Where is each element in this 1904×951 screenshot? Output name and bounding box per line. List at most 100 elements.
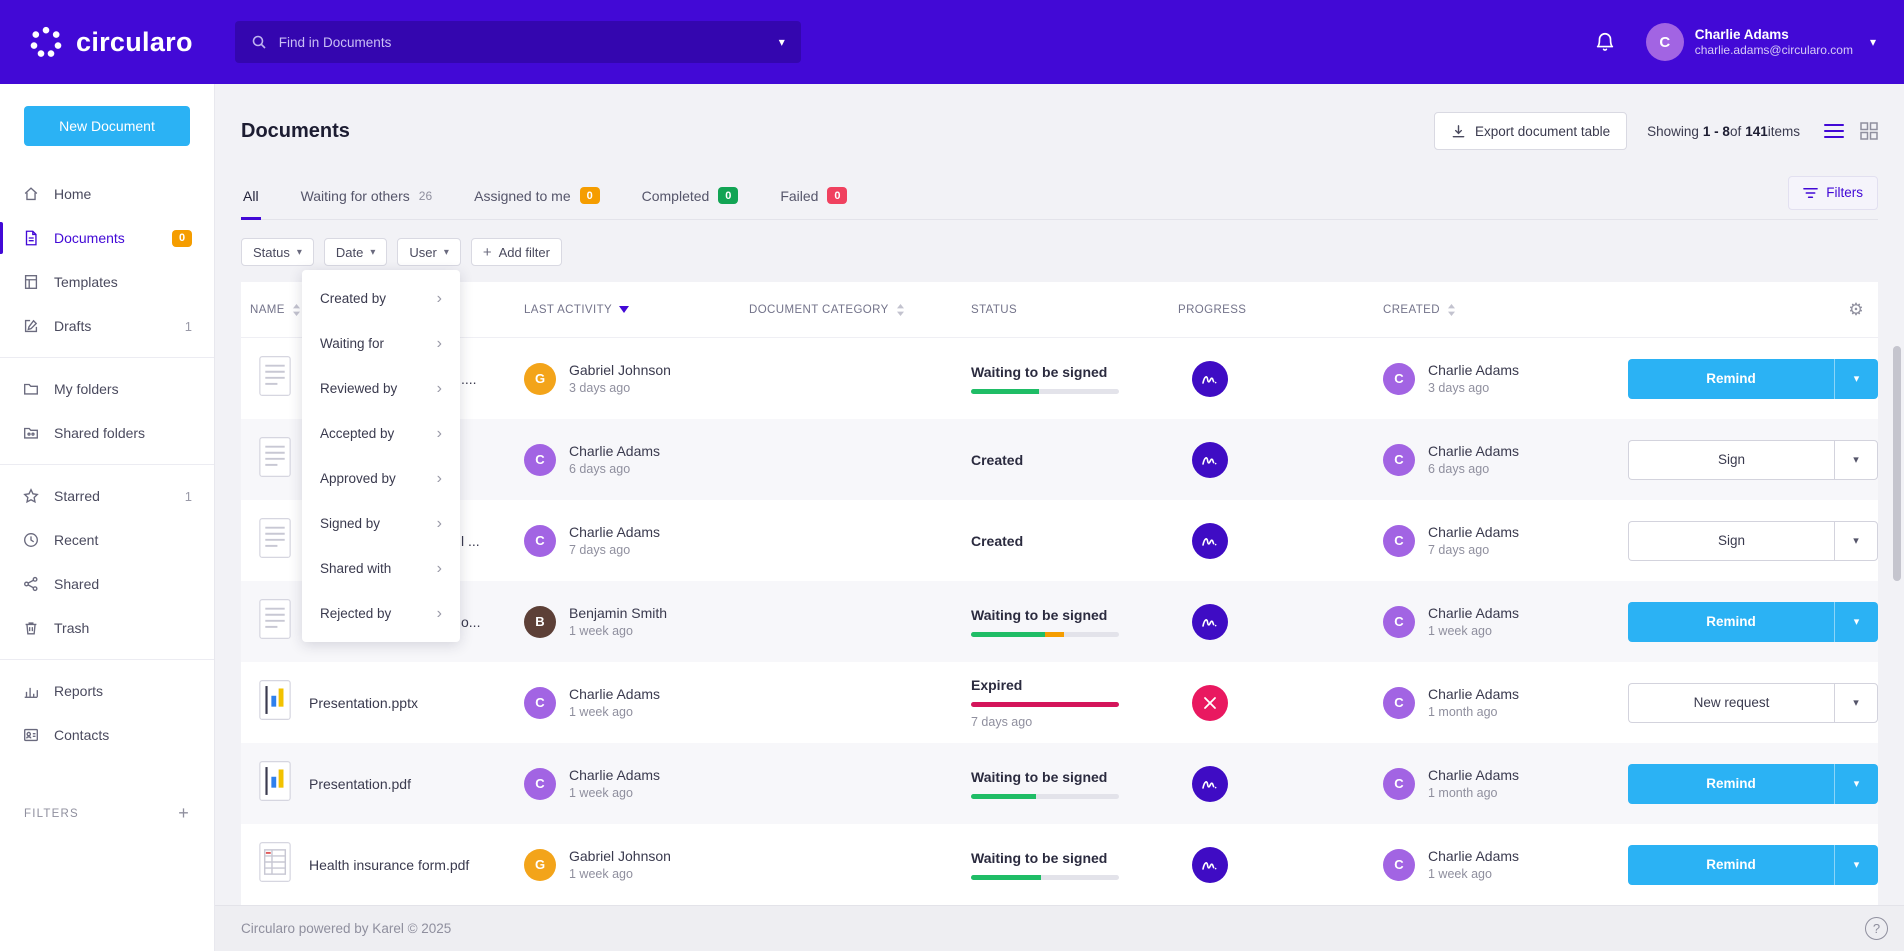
- last-activity-time: 1 week ago: [569, 786, 660, 800]
- tab-completed[interactable]: Completed 0: [640, 172, 741, 220]
- action-dropdown-caret[interactable]: [1834, 845, 1878, 885]
- filter-chip-user[interactable]: User: [397, 238, 460, 266]
- new-request-button[interactable]: New request: [1628, 683, 1834, 723]
- table-settings-gear-icon[interactable]: ⚙: [1848, 300, 1864, 320]
- sign-button[interactable]: Sign: [1628, 440, 1834, 480]
- created-user: Charlie Adams: [1428, 686, 1519, 702]
- status-text: Waiting to be signed: [971, 607, 1107, 623]
- sidebar-item-shared-folders[interactable]: Shared folders: [0, 411, 214, 455]
- menu-item-waiting-for[interactable]: Waiting for: [302, 321, 460, 366]
- menu-item-accepted-by[interactable]: Accepted by: [302, 411, 460, 456]
- sign-button[interactable]: Sign: [1628, 521, 1834, 561]
- presentation-file-icon: [259, 680, 291, 725]
- global-search[interactable]: [235, 21, 801, 63]
- column-header-progress[interactable]: PROGRESS: [1178, 304, 1383, 316]
- user-menu[interactable]: C Charlie Adams charlie.adams@circularo.…: [1646, 23, 1876, 61]
- export-document-table-button[interactable]: Export document table: [1434, 112, 1627, 150]
- document-row[interactable]: l ... C Charlie Adams7 days ago Created …: [241, 500, 1878, 581]
- sidebar-item-label: Home: [54, 186, 91, 202]
- tab-all[interactable]: All: [241, 172, 261, 220]
- status-subtext: 7 days ago: [971, 715, 1032, 729]
- sidebar-item-label: My folders: [54, 381, 119, 397]
- status-text: Created: [971, 533, 1023, 549]
- progress-bar: [971, 875, 1119, 880]
- sidebar-item-label: Trash: [54, 620, 89, 636]
- chevron-right-icon: [437, 515, 442, 533]
- sidebar-item-home[interactable]: Home: [0, 172, 214, 216]
- sidebar-item-starred[interactable]: Starred 1: [0, 474, 214, 518]
- menu-item-rejected-by[interactable]: Rejected by: [302, 591, 460, 636]
- signature-progress-icon[interactable]: [1192, 766, 1228, 802]
- document-row[interactable]: Presentation.pdf C Charlie Adams1 week a…: [241, 743, 1878, 824]
- list-view-icon[interactable]: [1824, 123, 1844, 139]
- signature-progress-icon[interactable]: [1192, 523, 1228, 559]
- signature-progress-icon[interactable]: [1192, 604, 1228, 640]
- action-dropdown-caret[interactable]: [1834, 521, 1878, 561]
- new-document-button[interactable]: New Document: [24, 106, 190, 146]
- tab-waiting-for-others[interactable]: Waiting for others 26: [299, 172, 435, 220]
- sidebar-item-contacts[interactable]: Contacts: [0, 713, 214, 757]
- column-header-created[interactable]: CREATED: [1383, 304, 1608, 316]
- column-header-last-activity[interactable]: LAST ACTIVITY: [524, 304, 749, 316]
- action-dropdown-caret[interactable]: [1834, 764, 1878, 804]
- sidebar-item-drafts[interactable]: Drafts 1: [0, 304, 214, 348]
- menu-item-signed-by[interactable]: Signed by: [302, 501, 460, 546]
- tab-assigned-to-me[interactable]: Assigned to me 0: [472, 172, 602, 220]
- remind-button[interactable]: Remind: [1628, 602, 1834, 642]
- add-filter-chip[interactable]: + Add filter: [471, 238, 562, 266]
- sort-icon: [1447, 304, 1456, 316]
- notifications-bell-icon[interactable]: [1594, 30, 1616, 54]
- help-button[interactable]: ?: [1865, 917, 1888, 940]
- user-filter-dropdown-menu: Created by Waiting for Reviewed by Accep…: [302, 270, 460, 642]
- sidebar-item-recent[interactable]: Recent: [0, 518, 214, 562]
- signature-progress-icon[interactable]: [1192, 847, 1228, 883]
- menu-item-label: Shared with: [320, 561, 391, 576]
- user-avatar: C: [1383, 849, 1415, 881]
- tab-failed[interactable]: Failed 0: [778, 172, 849, 220]
- document-row[interactable]: Health insurance form.pdf G Gabriel John…: [241, 824, 1878, 905]
- menu-item-reviewed-by[interactable]: Reviewed by: [302, 366, 460, 411]
- action-dropdown-caret[interactable]: [1834, 683, 1878, 723]
- page-footer: Circularo powered by Karel © 2025: [215, 905, 1904, 951]
- document-row[interactable]: o... B Benjamin Smith1 week ago Waiting …: [241, 581, 1878, 662]
- circularo-logo[interactable]: circularo: [28, 24, 193, 60]
- search-scope-caret-icon[interactable]: [767, 35, 785, 49]
- sidebar-item-shared[interactable]: Shared: [0, 562, 214, 606]
- document-row[interactable]: Presentation.pptx C Charlie Adams1 week …: [241, 662, 1878, 743]
- sidebar-item-label: Templates: [54, 274, 118, 290]
- sidebar-item-label: Contacts: [54, 727, 109, 743]
- column-header-status[interactable]: STATUS: [971, 304, 1178, 316]
- sidebar-item-reports[interactable]: Reports: [0, 669, 214, 713]
- remind-button[interactable]: Remind: [1628, 764, 1834, 804]
- signature-progress-icon[interactable]: [1192, 442, 1228, 478]
- last-activity-user: Charlie Adams: [569, 443, 660, 459]
- action-dropdown-caret[interactable]: [1834, 602, 1878, 642]
- remind-button[interactable]: Remind: [1628, 845, 1834, 885]
- menu-item-created-by[interactable]: Created by: [302, 276, 460, 321]
- filter-chip-status[interactable]: Status: [241, 238, 314, 266]
- signature-progress-icon[interactable]: [1192, 361, 1228, 397]
- last-activity-time: 3 days ago: [569, 381, 671, 395]
- chevron-down-icon: [297, 247, 302, 258]
- add-filter-plus-icon[interactable]: +: [178, 803, 190, 824]
- action-dropdown-caret[interactable]: [1834, 359, 1878, 399]
- filter-chip-date[interactable]: Date: [324, 238, 388, 266]
- document-row[interactable]: .... G Gabriel Johnson3 days ago Waiting…: [241, 338, 1878, 419]
- remind-button[interactable]: Remind: [1628, 359, 1834, 399]
- column-header-document-category[interactable]: DOCUMENT CATEGORY: [749, 304, 971, 316]
- search-input[interactable]: [279, 35, 755, 50]
- sidebar-item-documents[interactable]: Documents 0: [0, 216, 214, 260]
- document-row[interactable]: C Charlie Adams6 days ago Created C Char…: [241, 419, 1878, 500]
- sidebar-item-trash[interactable]: Trash: [0, 606, 214, 650]
- expired-progress-icon[interactable]: [1192, 685, 1228, 721]
- grid-view-icon[interactable]: [1860, 122, 1878, 140]
- menu-item-shared-with[interactable]: Shared with: [302, 546, 460, 591]
- sidebar-item-templates[interactable]: Templates: [0, 260, 214, 304]
- filters-button[interactable]: Filters: [1788, 176, 1878, 210]
- brand-name: circularo: [76, 27, 193, 58]
- sidebar-item-my-folders[interactable]: My folders: [0, 367, 214, 411]
- menu-item-approved-by[interactable]: Approved by: [302, 456, 460, 501]
- action-dropdown-caret[interactable]: [1834, 440, 1878, 480]
- chip-label: Date: [336, 245, 363, 260]
- scrollbar-thumb[interactable]: [1893, 346, 1901, 581]
